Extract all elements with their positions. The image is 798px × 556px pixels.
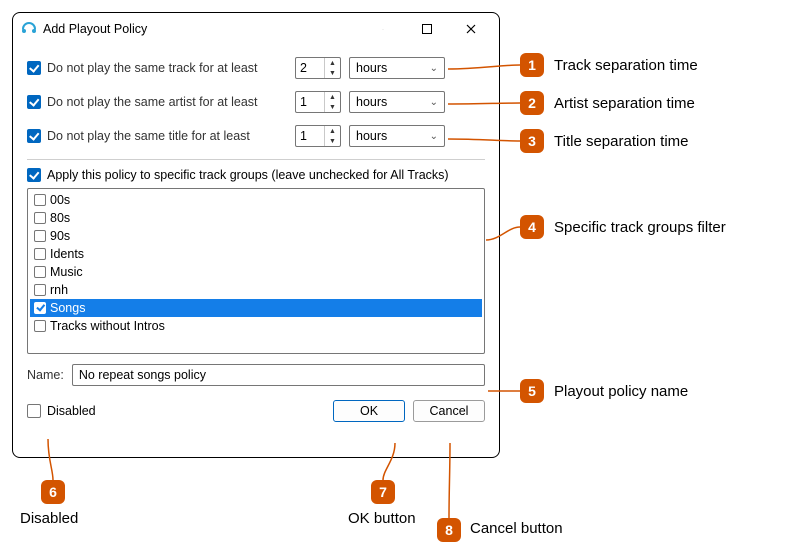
disabled-label: Disabled <box>47 404 96 418</box>
group-item[interactable]: Songs <box>30 299 482 317</box>
group-item[interactable]: rnh <box>30 281 482 299</box>
spin-buttons[interactable]: ▲ ▼ <box>324 92 340 112</box>
group-list[interactable]: 00s 80s 90s Idents Music rnh Songs Tracks witho… <box>27 188 485 354</box>
group-item-checkbox[interactable] <box>34 266 46 278</box>
rule-artist-checkbox[interactable] <box>27 95 41 109</box>
rule-track-value[interactable]: ▲ ▼ <box>295 57 341 79</box>
rule-artist-row: Do not play the same artist for at least… <box>27 85 485 119</box>
app-icon <box>21 21 37 37</box>
callout-badge-8: 8 <box>437 518 461 542</box>
callout-3: 3 Title separation time <box>520 129 689 153</box>
apply-groups-row: Apply this policy to specific track grou… <box>27 168 485 182</box>
group-item[interactable]: 00s <box>30 191 482 209</box>
chevron-down-icon: ⌄ <box>430 63 438 74</box>
disabled-checkbox[interactable] <box>27 404 41 418</box>
rule-track-label: Do not play the same track for at least <box>47 61 295 75</box>
rule-title-row: Do not play the same title for at least … <box>27 119 485 153</box>
callout-5: 5 Playout policy name <box>520 379 688 403</box>
window-minimize-button[interactable] <box>361 15 405 43</box>
group-item-label: 80s <box>50 211 70 225</box>
group-item-checkbox[interactable] <box>34 302 46 314</box>
spin-up-icon[interactable]: ▲ <box>325 58 340 68</box>
callout-badge-7: 7 <box>371 480 395 504</box>
rule-track-unit-select[interactable]: hours ⌄ <box>349 57 445 79</box>
group-item[interactable]: Tracks without Intros <box>30 317 482 335</box>
titlebar: Add Playout Policy <box>13 13 499 45</box>
name-label: Name: <box>27 368 64 382</box>
group-item-checkbox[interactable] <box>34 320 46 332</box>
callout-2: 2 Artist separation time <box>520 91 695 115</box>
rule-artist-label: Do not play the same artist for at least <box>47 95 295 109</box>
group-item-label: Idents <box>50 247 84 261</box>
spin-up-icon[interactable]: ▲ <box>325 126 340 136</box>
group-item-checkbox[interactable] <box>34 284 46 296</box>
callout-1: 1 Track separation time <box>520 53 698 77</box>
window-close-button[interactable] <box>449 15 493 43</box>
policy-name-input[interactable] <box>72 364 485 386</box>
separator <box>27 159 485 160</box>
cancel-button[interactable]: Cancel <box>413 400 485 422</box>
callout-text-4: Specific track groups filter <box>554 219 726 236</box>
apply-groups-label: Apply this policy to specific track grou… <box>47 168 449 182</box>
callout-badge-5: 5 <box>520 379 544 403</box>
group-item-label: Tracks without Intros <box>50 319 165 333</box>
chevron-down-icon: ⌄ <box>430 97 438 108</box>
callout-badge-6: 6 <box>41 480 65 504</box>
spin-down-icon[interactable]: ▼ <box>325 136 340 146</box>
spin-down-icon[interactable]: ▼ <box>325 102 340 112</box>
group-item-label: rnh <box>50 283 68 297</box>
callout-4: 4 Specific track groups filter <box>520 215 726 239</box>
rule-title-unit-select[interactable]: hours ⌄ <box>349 125 445 147</box>
callout-badge-4: 4 <box>520 215 544 239</box>
group-item[interactable]: 90s <box>30 227 482 245</box>
rule-title-checkbox[interactable] <box>27 129 41 143</box>
rule-artist-unit-value: hours <box>356 95 387 109</box>
window-maximize-button[interactable] <box>405 15 449 43</box>
callout-text-1: Track separation time <box>554 57 698 74</box>
name-row: Name: <box>27 364 485 386</box>
group-item[interactable]: Idents <box>30 245 482 263</box>
callout-text-2: Artist separation time <box>554 95 695 112</box>
spin-down-icon[interactable]: ▼ <box>325 68 340 78</box>
group-item[interactable]: Music <box>30 263 482 281</box>
dialog-body: Do not play the same track for at least … <box>13 45 499 457</box>
group-item-label: Songs <box>50 301 85 315</box>
callout-badge-2: 2 <box>520 91 544 115</box>
group-item-label: 90s <box>50 229 70 243</box>
callout-badge-3: 3 <box>520 129 544 153</box>
group-item[interactable]: 80s <box>30 209 482 227</box>
dialog-add-playout-policy: Add Playout Policy Do not play the same … <box>12 12 500 458</box>
callout-text-3: Title separation time <box>554 133 689 150</box>
rule-artist-input[interactable] <box>296 92 324 112</box>
rule-title-label: Do not play the same title for at least <box>47 129 295 143</box>
bottom-row: Disabled OK Cancel <box>27 400 485 422</box>
group-item-checkbox[interactable] <box>34 212 46 224</box>
spin-buttons[interactable]: ▲ ▼ <box>324 126 340 146</box>
callout-text-8: Cancel button <box>470 520 563 537</box>
rule-artist-value[interactable]: ▲ ▼ <box>295 91 341 113</box>
group-item-checkbox[interactable] <box>34 230 46 242</box>
callout-text-5: Playout policy name <box>554 383 688 400</box>
callout-text-7: OK button <box>348 510 416 527</box>
rule-track-checkbox[interactable] <box>27 61 41 75</box>
group-item-label: Music <box>50 265 83 279</box>
group-item-checkbox[interactable] <box>34 248 46 260</box>
group-item-checkbox[interactable] <box>34 194 46 206</box>
spin-buttons[interactable]: ▲ ▼ <box>324 58 340 78</box>
rule-title-unit-value: hours <box>356 129 387 143</box>
rule-title-input[interactable] <box>296 126 324 146</box>
apply-groups-checkbox[interactable] <box>27 168 41 182</box>
window-title: Add Playout Policy <box>43 22 361 36</box>
rule-track-unit-value: hours <box>356 61 387 75</box>
rule-track-input[interactable] <box>296 58 324 78</box>
rule-track-row: Do not play the same track for at least … <box>27 51 485 85</box>
chevron-down-icon: ⌄ <box>430 131 438 142</box>
ok-button[interactable]: OK <box>333 400 405 422</box>
spin-up-icon[interactable]: ▲ <box>325 92 340 102</box>
callout-badge-1: 1 <box>520 53 544 77</box>
group-item-label: 00s <box>50 193 70 207</box>
rule-title-value[interactable]: ▲ ▼ <box>295 125 341 147</box>
rule-artist-unit-select[interactable]: hours ⌄ <box>349 91 445 113</box>
callout-text-6: Disabled <box>20 510 78 527</box>
